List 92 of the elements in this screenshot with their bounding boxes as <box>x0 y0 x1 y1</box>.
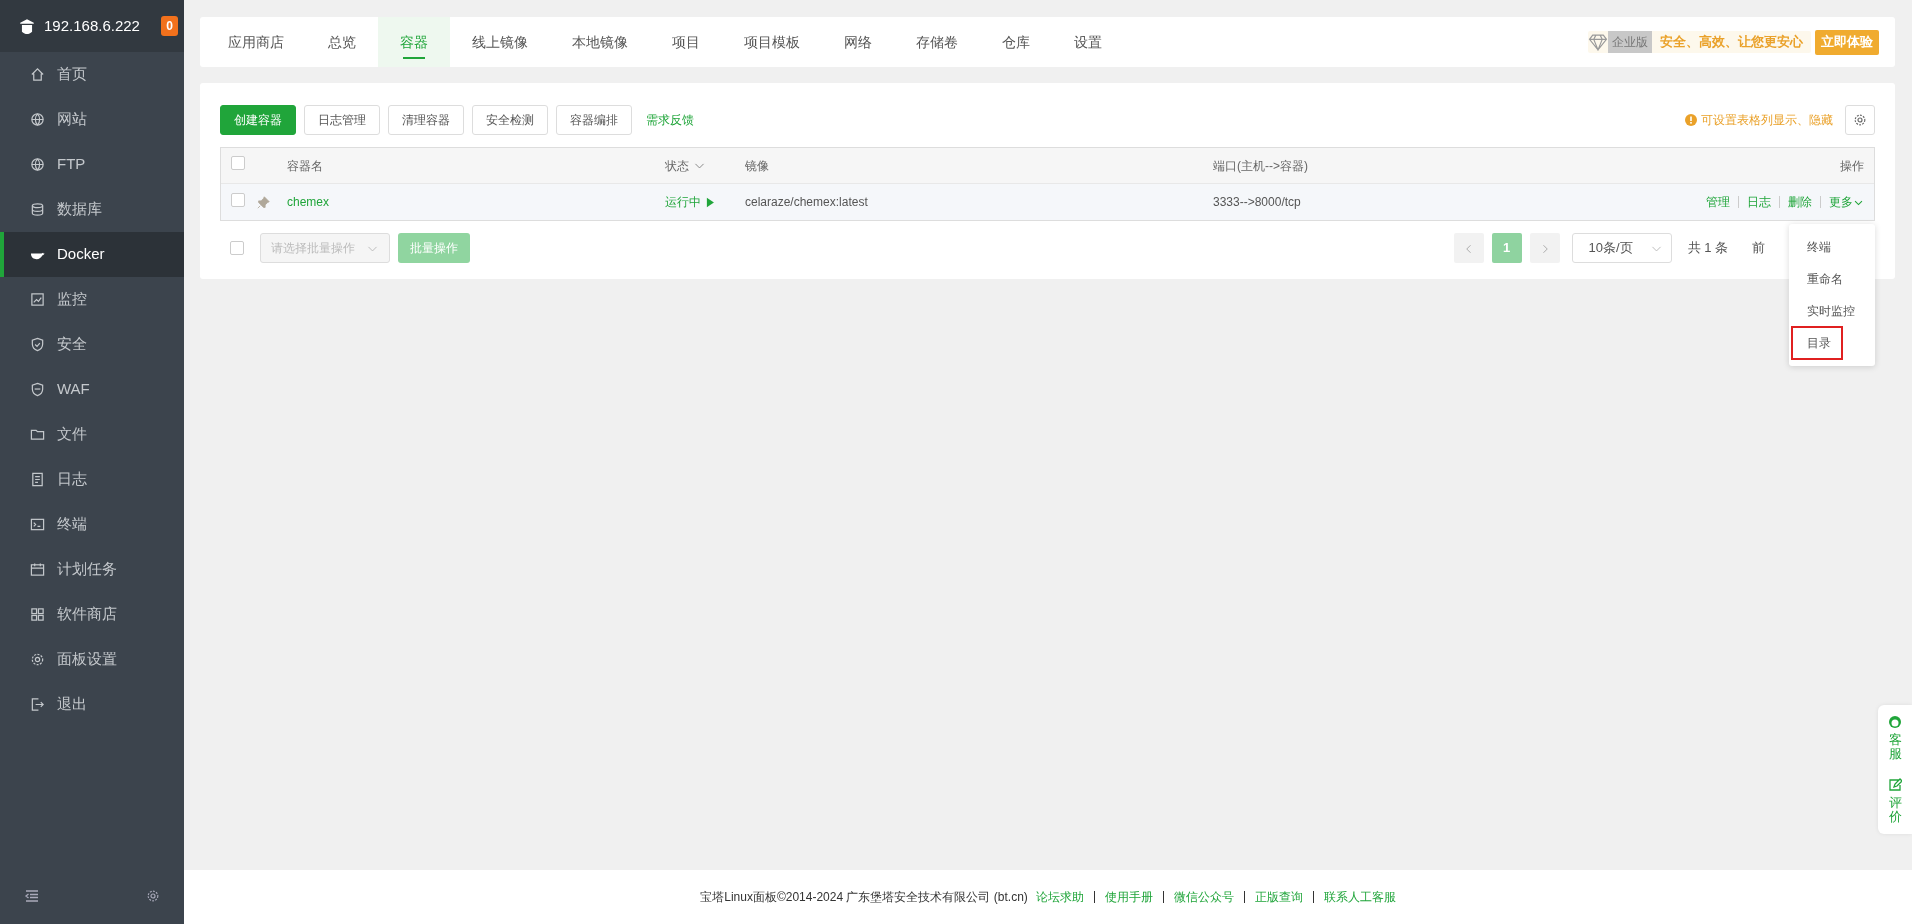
container-name-link[interactable]: chemex <box>287 195 330 209</box>
action-link[interactable]: 日志 <box>1747 193 1771 211</box>
footer-link[interactable]: 论坛求助 <box>1035 888 1084 906</box>
pin-icon <box>257 196 270 210</box>
database-icon <box>30 202 45 217</box>
host-address: 192.168.6.222 <box>44 15 141 36</box>
document-icon <box>30 472 45 487</box>
next-page-button[interactable] <box>1529 233 1560 263</box>
menu-item[interactable]: 终端 <box>1793 232 1841 262</box>
toolbar-button[interactable]: 日志管理 <box>304 105 380 135</box>
tab[interactable]: 设置 <box>1052 17 1124 67</box>
action-link[interactable]: 删除 <box>1788 193 1812 211</box>
sidebar-item[interactable]: 数据库 <box>0 187 184 232</box>
menu-item[interactable]: 目录 <box>1793 328 1841 358</box>
column-header: 镜像 <box>745 157 769 175</box>
tab[interactable]: 总览 <box>306 17 378 67</box>
sidebar-item[interactable]: 监控 <box>0 277 184 322</box>
logo-icon <box>18 17 36 35</box>
sidebar-item[interactable]: 计划任务 <box>0 547 184 592</box>
float-button[interactable]: 评价 <box>1888 777 1902 825</box>
grid-icon <box>30 607 45 622</box>
tab[interactable]: 项目 <box>650 17 722 67</box>
status-label[interactable]: 运行中 <box>665 193 715 211</box>
sidebar-item[interactable]: 网站 <box>0 97 184 142</box>
folder-icon <box>30 427 45 442</box>
edit-icon <box>1888 777 1902 792</box>
float-button[interactable]: 客服 <box>1888 715 1902 762</box>
column-header: 端口(主机-->容器) <box>1213 157 1308 175</box>
tab[interactable]: 项目模板 <box>722 17 822 67</box>
sidebar-item[interactable]: 面板设置 <box>0 637 184 682</box>
footer-link[interactable]: 微信公众号 <box>1173 888 1234 906</box>
sidebar-item[interactable]: 终端 <box>0 502 184 547</box>
footer-link[interactable]: 正版查询 <box>1254 888 1303 906</box>
shield-icon <box>30 337 45 352</box>
sidebar-item[interactable]: 安全 <box>0 322 184 367</box>
footer-link[interactable]: 使用手册 <box>1104 888 1153 906</box>
column-settings-hint: 可设置表格列显示、隐藏 <box>1701 112 1833 129</box>
tab[interactable]: 容器 <box>378 17 450 67</box>
action-link[interactable]: 管理 <box>1706 193 1730 211</box>
logout-icon <box>30 697 45 712</box>
diamond-icon <box>1588 33 1608 51</box>
terminal-icon <box>30 517 45 532</box>
toolbar-button[interactable]: 容器编排 <box>556 105 632 135</box>
home-icon <box>30 67 45 82</box>
calendar-icon <box>30 562 45 577</box>
toolbar-button[interactable]: 清理容器 <box>388 105 464 135</box>
row-checkbox[interactable] <box>231 192 245 207</box>
toolbar-button[interactable]: 创建容器 <box>220 105 296 135</box>
gear-icon <box>30 652 45 667</box>
tab[interactable]: 网络 <box>822 17 894 67</box>
tab[interactable]: 仓库 <box>980 17 1052 67</box>
more-menu-link[interactable]: 更多 <box>1829 193 1864 211</box>
chart-icon <box>30 292 45 307</box>
sidebar-item[interactable]: 退出 <box>0 682 184 727</box>
toolbar-button[interactable]: 安全检测 <box>472 105 548 135</box>
jump-label: 前 <box>1752 239 1765 258</box>
sidebar-item[interactable]: 软件商店 <box>0 592 184 637</box>
tab[interactable]: 本地镜像 <box>550 17 650 67</box>
settings-icon <box>146 889 160 903</box>
menu-item[interactable]: 重命名 <box>1793 264 1853 294</box>
column-header: 操作 <box>1840 157 1864 175</box>
sidebar-item[interactable]: FTP <box>0 142 184 187</box>
globe-icon <box>30 112 45 127</box>
sidebar-item[interactable]: WAF <box>0 367 184 412</box>
total-count: 共 1 条 <box>1687 239 1728 258</box>
sidebar-item[interactable]: Docker <box>0 232 184 277</box>
sidebar-item[interactable]: 首页 <box>0 52 184 97</box>
column-header: 容器名 <box>287 157 323 175</box>
table-cell: 3333-->8000/tcp <box>1213 195 1301 209</box>
globe-icon <box>30 157 45 172</box>
tab[interactable]: 存储卷 <box>894 17 980 67</box>
shield-icon <box>30 382 45 397</box>
tab[interactable]: 应用商店 <box>206 17 306 67</box>
edition-label: 企业版 <box>1608 31 1652 53</box>
copyright-text: 宝塔Linux面板©2014-2024 广东堡塔安全技术有限公司 (bt.cn) <box>700 889 1028 906</box>
table-cell: celaraze/chemex:latest <box>745 195 868 209</box>
info-icon <box>1685 114 1697 126</box>
sidebar-item[interactable]: 文件 <box>0 412 184 457</box>
play-icon <box>705 196 715 208</box>
tab[interactable]: 线上镜像 <box>450 17 550 67</box>
batch-checkbox[interactable] <box>230 241 244 255</box>
gear-icon <box>1853 113 1867 127</box>
previous-page-button[interactable] <box>1453 233 1484 263</box>
sidebar-item[interactable]: 日志 <box>0 457 184 502</box>
menu-item[interactable]: 实时监控 <box>1793 296 1865 326</box>
page-size-select[interactable]: 10条/页 <box>1571 233 1672 263</box>
footer-link[interactable]: 联系人工客服 <box>1323 888 1396 906</box>
select-all-checkbox[interactable] <box>231 156 245 170</box>
column-settings-button[interactable] <box>1845 105 1875 135</box>
collapse-icon <box>24 888 40 904</box>
column-header[interactable]: 状态 <box>665 156 689 175</box>
promo-slogan: 安全、高效、让您更安心 <box>1659 33 1804 52</box>
